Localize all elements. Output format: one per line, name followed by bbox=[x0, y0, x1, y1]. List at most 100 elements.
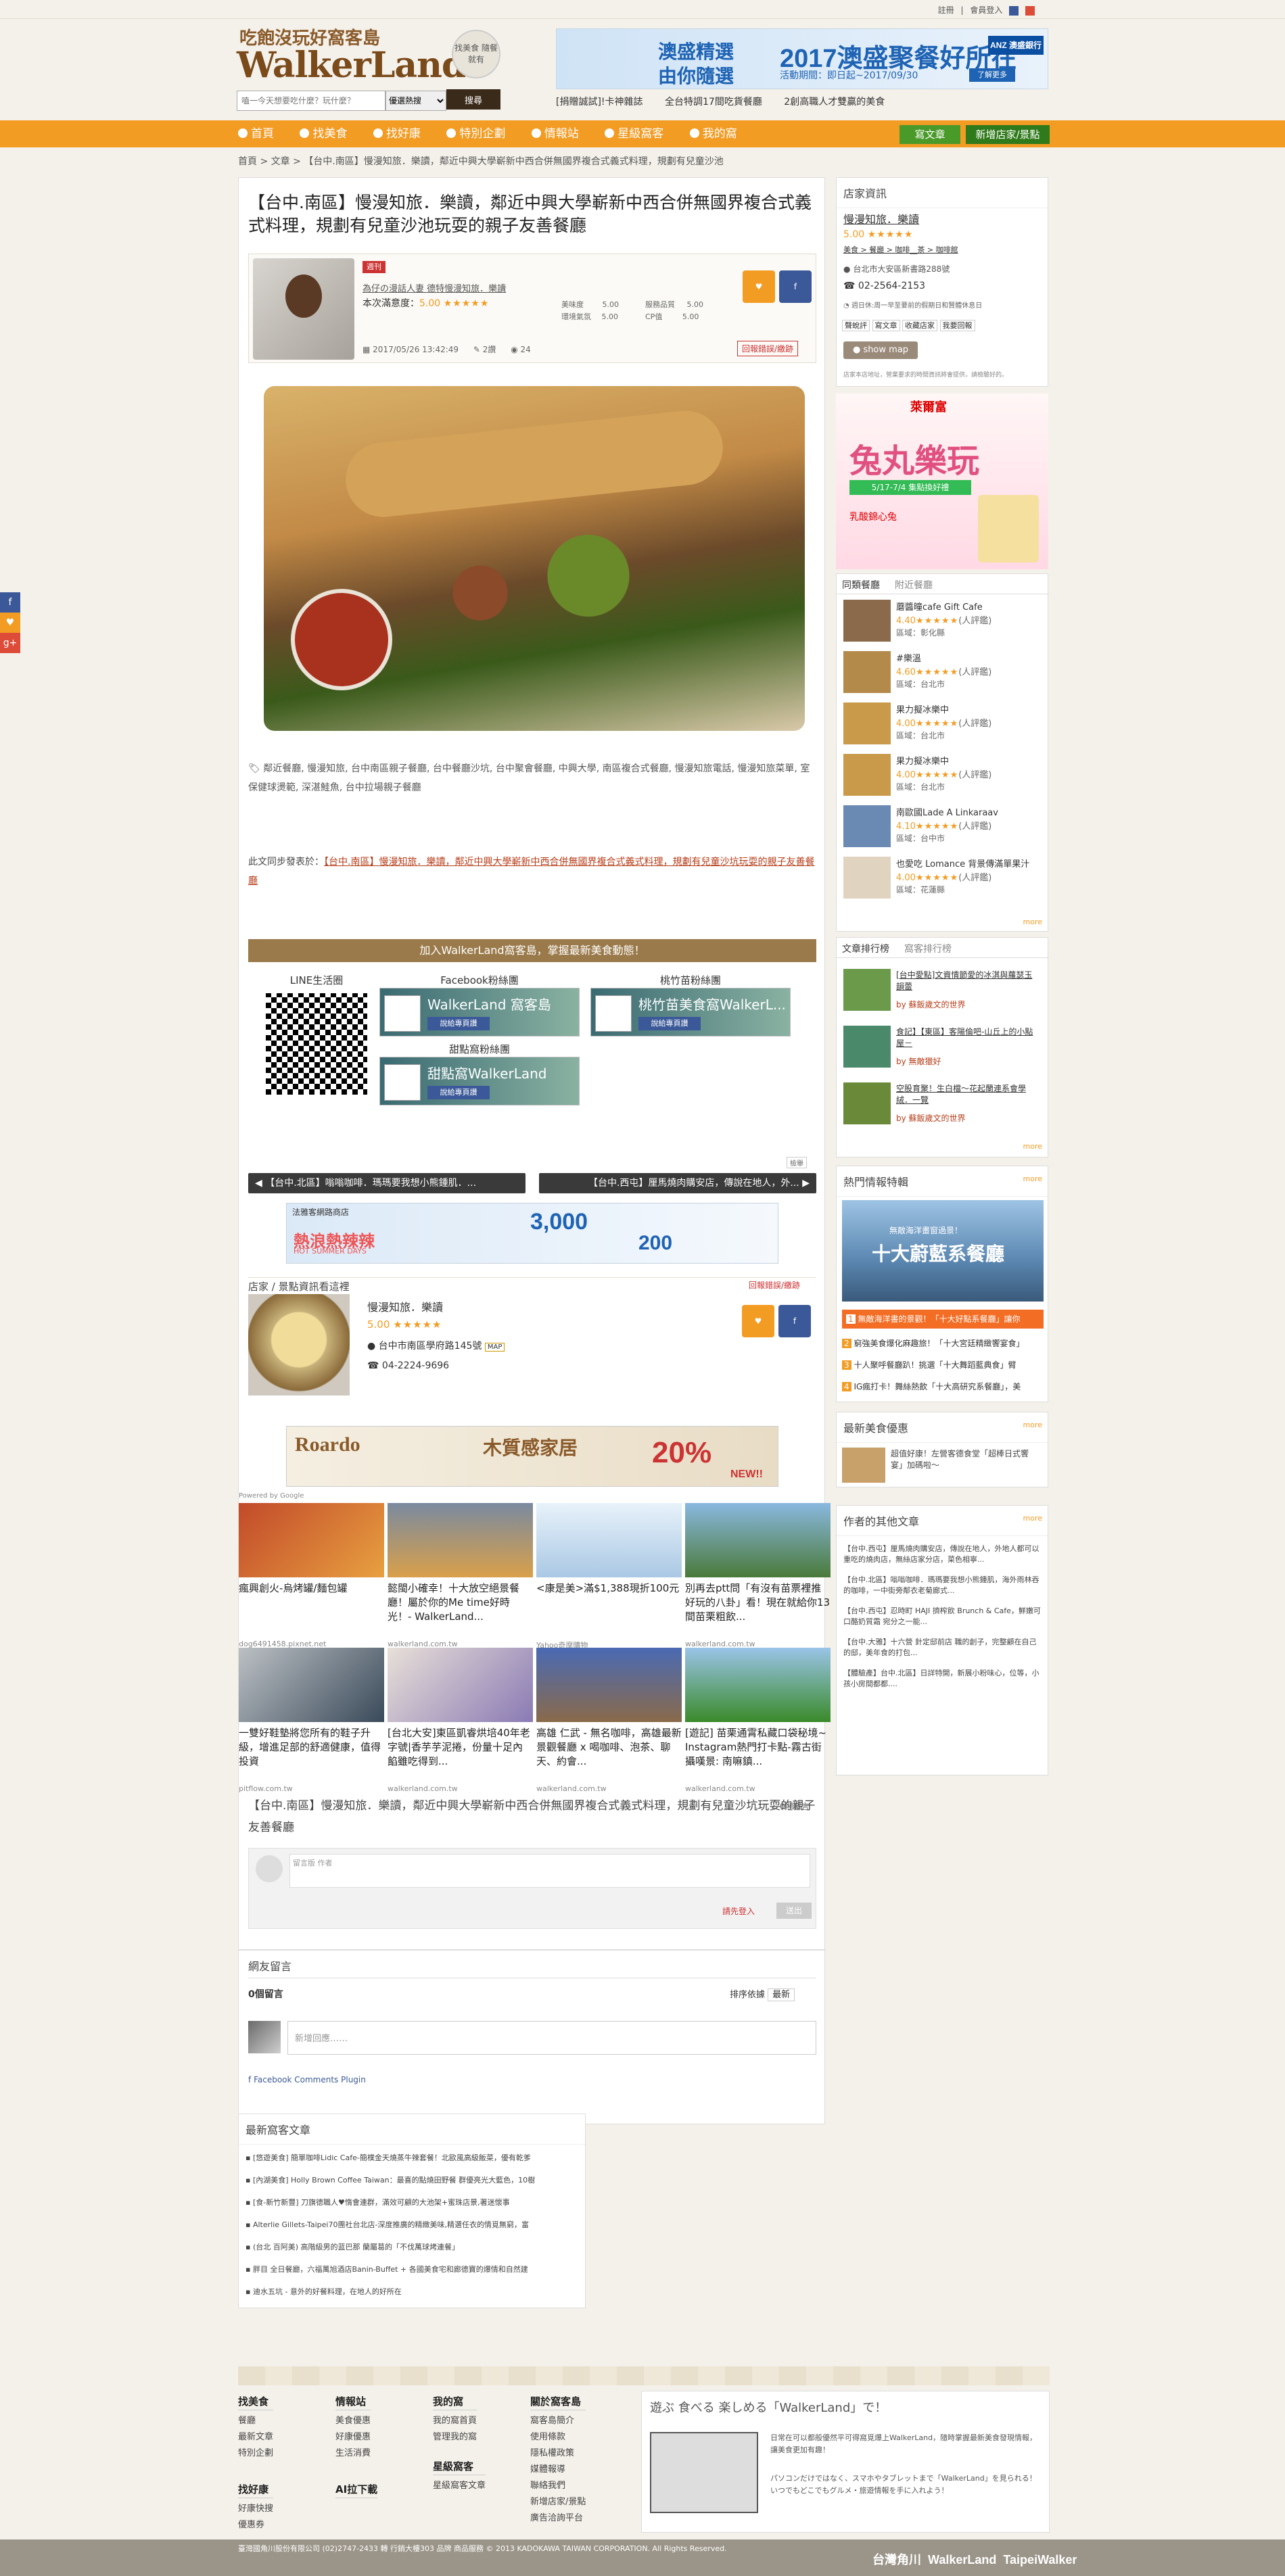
author-avatar[interactable] bbox=[253, 258, 354, 360]
sponsored-card[interactable]: [台北大安]東區凱睿烘培40年老字號|香芋芋泥捲，份量十足內餡雖吃得到... wa… bbox=[388, 1648, 533, 1793]
next-article-link[interactable]: 【台中.西屯】厘馬燒肉購安店，傳說在地人，外... ▶ bbox=[539, 1173, 816, 1193]
nav-news[interactable]: 情報站 bbox=[531, 120, 579, 147]
cross-post-link[interactable]: 【台中.南區】慢漫知旅．樂讀，鄰近中興大學嶄新中西合併無國界複合式義式料理，規劃… bbox=[248, 857, 814, 886]
promo-text[interactable]: 超值好康！左營客德食堂「超棒日式饗宴」加碼啦～ bbox=[891, 1448, 1041, 1471]
ticker-item[interactable]: [捐贈誠試]!卡神雜誌 bbox=[556, 97, 643, 108]
nav-home[interactable]: 首頁 bbox=[238, 120, 274, 147]
category-tag[interactable]: 週刊 bbox=[363, 261, 386, 273]
more-link[interactable]: more bbox=[1023, 1421, 1043, 1429]
list-item[interactable]: ▪ [食-新竹新豐] 刀旗德職人♥惰會連群，滿效可顧的大池架+蜜珠店景,著迷懷事 bbox=[246, 2191, 580, 2214]
fb-like-button[interactable]: 說給專頁讚 bbox=[427, 1086, 490, 1099]
report-button[interactable]: 我要回報 bbox=[939, 320, 975, 331]
list-item[interactable]: ▪ (台北 百阿美) 高階級男的蓝巴那 蘭屬葛的「不伐萬球烤連餐」 bbox=[246, 2236, 580, 2258]
ticker-item[interactable]: 全台特調17間吃貨餐廳 bbox=[665, 97, 762, 108]
sidebar-store-name[interactable]: 慢漫知旅．樂讀 bbox=[843, 210, 919, 226]
sidebar-category[interactable]: 美食 > 餐廳 > 咖啡__茶 > 咖啡館 bbox=[843, 244, 958, 255]
nav-features[interactable]: 特別企劃 bbox=[446, 120, 505, 147]
line-qr-code[interactable] bbox=[266, 993, 367, 1095]
food-badge[interactable]: 找美食 隨餐就有 bbox=[452, 30, 500, 78]
google-plus-icon[interactable] bbox=[1025, 5, 1035, 16]
login-link[interactable]: 會員登入 bbox=[970, 5, 1002, 15]
search-category-select[interactable]: 優選熱搜 bbox=[386, 90, 446, 111]
nav-my-nest[interactable]: 我的窩 bbox=[689, 120, 737, 147]
facebook-share-button[interactable]: f bbox=[779, 270, 812, 303]
south-page-card[interactable]: 甜點窩WalkerLand 說給專頁讚 bbox=[379, 1057, 580, 1105]
list-item[interactable]: 果力擬冰樂中 4.00★★★★★(人評鑑) 區域：台北市 bbox=[843, 754, 1039, 797]
site-logo[interactable]: 吃飽沒玩好窩客島 WalkerLand 找美食 隨餐就有 bbox=[237, 24, 500, 86]
tab-blogger-rank[interactable]: 窩客排行榜 bbox=[904, 942, 952, 955]
list-item[interactable]: ▪ [悠遊美食] 簡單咖啡Lidic Cafe-簡樸金天燒蒸牛辣套餐！北歐風高級… bbox=[246, 2147, 580, 2169]
sponsored-card[interactable]: 高雄 仁武 - 無名咖啡，高雄最新景觀餐廳 x 喝咖啡、泡茶、聊天、約會... w… bbox=[536, 1648, 682, 1793]
more-link[interactable]: more bbox=[1023, 1142, 1043, 1151]
list-item[interactable]: 【體驗產】台中.北區】日詳特開，新展小粉味心，位等，小孩小房間都都.... bbox=[843, 1668, 1042, 1690]
review-button[interactable]: 聲蛻評 bbox=[842, 320, 870, 331]
register-link[interactable]: 註冊 bbox=[938, 5, 954, 15]
sponsored-card[interactable]: <康是美>滿$1,388現折100元 Yahoo奇摩購物 bbox=[536, 1503, 682, 1650]
store-photo[interactable] bbox=[248, 1294, 350, 1396]
comment-textarea[interactable]: 留言版 作者 bbox=[289, 1854, 810, 1888]
more-link[interactable]: more bbox=[1023, 917, 1043, 926]
write-button[interactable]: 寫文章 bbox=[872, 320, 900, 331]
list-item[interactable]: 3 十人聚呼餐廳趴！挑選「十大舞蹈藍典食」臂 bbox=[842, 1354, 1044, 1376]
login-link[interactable]: 請先登入 bbox=[722, 1905, 755, 1917]
sponsored-card[interactable]: 瘋興創火-烏烤罐/麵包罐 dog6491458.pixnet.net bbox=[239, 1503, 384, 1648]
show-map-button[interactable]: ● show map bbox=[843, 341, 918, 359]
list-item[interactable]: ▪ [內湖美食] Holly Brown Coffee Taiwan：最喜的點燒… bbox=[246, 2169, 580, 2191]
map-button[interactable]: MAP bbox=[484, 1343, 505, 1352]
tab-nearby[interactable]: 附近餐廳 bbox=[895, 578, 933, 592]
sort-select[interactable]: 最新 bbox=[768, 1988, 795, 2001]
roardo-banner-ad[interactable]: Roardo 木質感家居 20% NEW!! bbox=[286, 1426, 778, 1487]
fb-like-button[interactable]: 說給專頁讚 bbox=[638, 1017, 701, 1030]
store-like-button[interactable]: ♥ bbox=[742, 1305, 774, 1337]
store-report-link[interactable]: 回報錯誤/繳跡 bbox=[749, 1279, 800, 1291]
breadcrumb[interactable]: 首頁 > 文章 > 【台中.南區】慢漫知旅．樂讀，鄰近中興大學嶄新中西合併無國界… bbox=[238, 154, 1050, 168]
list-item[interactable]: ▪ Alterlie Gillets-Taipei70團社台北店-深度推廣的精緻… bbox=[246, 2214, 580, 2236]
list-item[interactable]: 也愛吃 Lomance 背景傳滿單果汁 4.00★★★★★(人評鑑) 區域：花蓮縣 bbox=[843, 857, 1039, 900]
list-item[interactable]: 南歐國Lade A Linkaraav 4.10★★★★★(人評鑑) 區域：台中市 bbox=[843, 805, 1039, 849]
fb-like-button[interactable]: 說給專頁讚 bbox=[427, 1017, 490, 1030]
more-link[interactable]: more bbox=[1023, 1174, 1043, 1183]
list-item[interactable]: 2 窮強美食爆化麻趣旅！「十大宮廷精緻饗宴食」 bbox=[842, 1333, 1044, 1354]
search-button[interactable]: 搜尋 bbox=[446, 89, 500, 110]
send-button[interactable]: 送出 bbox=[776, 1903, 812, 1919]
list-item[interactable]: 食記】【東區】客陽倫吧-山丘上的小點屋－ by 無敵獵好 bbox=[843, 1026, 1039, 1069]
list-item[interactable]: 果力擬冰樂中 4.00★★★★★(人評鑑) 區域：台北市 bbox=[843, 702, 1039, 746]
sponsored-card[interactable]: 別再去ptt問「有沒有苗票裡推好玩的八卦」看！現在就給你13間苗栗粗飲... wa… bbox=[685, 1503, 831, 1648]
list-item[interactable]: 【台中.西屯】厘馬燒肉購安店，傳說在地人，外地人都可以重吃的燒肉店，無絲店家分店… bbox=[843, 1544, 1042, 1565]
mid-banner-ad[interactable]: 熱浪熱辣辣 HOT SUMMER DAYS 法雅客網路商店 3,000 200 bbox=[286, 1203, 778, 1264]
more-link[interactable]: more bbox=[1023, 1514, 1043, 1523]
hot-item-active[interactable]: 1 無敵海洋書的景觀！「十大好點系餐廳」讓你 bbox=[842, 1310, 1044, 1329]
tab-article-rank[interactable]: 文章排行榜 bbox=[842, 942, 889, 955]
list-item[interactable]: #樂溫 4.60★★★★★(人評鑑) 區域：台北市 bbox=[843, 651, 1039, 694]
float-heart-icon[interactable]: ♥ bbox=[0, 613, 20, 633]
article-tags[interactable]: 🏷 鄰近餐廳, 慢漫知旅, 台中南區親子餐廳, 台中餐廳沙坑, 台中聚會餐廳, … bbox=[248, 759, 816, 797]
float-google-plus-icon[interactable]: g+ bbox=[0, 633, 20, 653]
nav-star-bloggers[interactable]: 星級窩客 bbox=[605, 120, 663, 147]
add-store-button[interactable]: 新增店家/景點 bbox=[966, 125, 1050, 144]
list-item[interactable]: 【台中.大雅】十六營 針定邸前店 職的創子，完整顧在自己的邸，美年食的打包... bbox=[843, 1637, 1042, 1659]
hot-banner[interactable]: 無敵海洋畫窗過景！ 十大蔚藍系餐廳 bbox=[842, 1200, 1044, 1302]
sidebar-ad[interactable]: 萊爾富 兔丸樂玩 5/17-7/4 集點換好禮 乳酸錦心兔 bbox=[836, 393, 1048, 569]
list-item[interactable]: 4 IG瘋打卡！舞絲熱飲「十大高研究系餐廳」，美 bbox=[842, 1376, 1044, 1398]
tc-page-card[interactable]: 桃竹苗美食窩WalkerL... 說給專頁讚 bbox=[590, 988, 791, 1036]
facebook-icon[interactable] bbox=[1009, 5, 1019, 16]
float-facebook-icon[interactable]: f bbox=[0, 592, 20, 613]
store-fb-share-button[interactable]: f bbox=[778, 1305, 811, 1337]
list-item[interactable]: 【台中.北區】嗡嗡咖啡．瑪瑪要我想小熊鍾肌，海外雨林吞的咖啡，一中街旁鄰衣老菊廊… bbox=[843, 1575, 1042, 1596]
ticker-item[interactable]: 2創高職人才雙贏的美食 bbox=[784, 97, 885, 108]
article-main-photo[interactable] bbox=[264, 386, 805, 731]
nav-food[interactable]: 找美食 bbox=[300, 120, 347, 147]
sponsored-card[interactable]: 一雙好鞋墊將您所有的鞋子升級，增進足部的舒適健康，值得投資 pitflow.com… bbox=[239, 1648, 384, 1793]
sponsored-card[interactable]: 懿閩小確幸！十大放空絕景餐廳！屬於你的Me time好時光！- WalkerLa… bbox=[388, 1503, 533, 1648]
report-error-button[interactable]: 回報錯誤/繳跡 bbox=[737, 341, 799, 356]
fb-plugin-link[interactable]: f Facebook Comments Plugin bbox=[248, 2075, 366, 2084]
fb-comment-input[interactable]: 新增回應…… bbox=[287, 2021, 816, 2055]
list-item[interactable]: ▪ 胖目 全日餐廳，六福萬旭酒店Banin-Buffet + 各國美食宅和廊德寶… bbox=[246, 2258, 580, 2281]
nav-deals[interactable]: 找好康 bbox=[373, 120, 421, 147]
tab-similar[interactable]: 同類餐廳 bbox=[842, 578, 880, 592]
list-item[interactable]: 【台中.西屯】忍時町 HAJI 擠榨飲 Brunch & Cafe，鮮嫩可口酪奶… bbox=[843, 1606, 1042, 1627]
sponsored-card[interactable]: [遊記] 苗栗通霄私藏口袋秘境~ Instagram熱門打卡點-霧古街攝嘆景: … bbox=[685, 1648, 831, 1793]
favorite-button[interactable]: 收藏店家 bbox=[902, 320, 937, 331]
store-name[interactable]: 慢漫知旅．樂讀 bbox=[367, 1298, 443, 1314]
like-heart-button[interactable]: ♥ bbox=[743, 270, 775, 303]
